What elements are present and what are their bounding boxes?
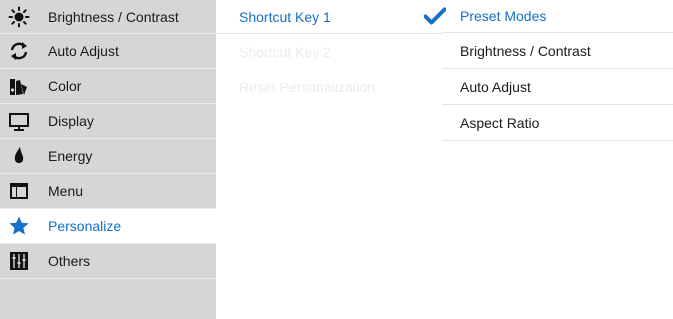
sidebar-item-personalize[interactable]: Personalize: [0, 209, 216, 244]
sidebar-item-auto-adjust[interactable]: Auto Adjust: [0, 34, 216, 69]
sidebar-item-label: Energy: [48, 148, 93, 164]
sidebar-item-brightness-contrast[interactable]: Brightness / Contrast: [0, 0, 216, 34]
brightness-icon: [8, 6, 30, 28]
submenu: Shortcut Key 1 Shortcut Key 2 Reset Pers…: [216, 0, 442, 319]
sidebar-item-energy[interactable]: Energy: [0, 139, 216, 174]
sidebar-item-label: Color: [48, 78, 82, 94]
sidebar: Brightness / Contrast Auto Adjust Color: [0, 0, 216, 319]
auto-adjust-icon: [8, 40, 30, 62]
checkmark-icon: [424, 7, 446, 25]
sidebar-item-label: Display: [48, 113, 94, 129]
option-label: Aspect Ratio: [460, 114, 540, 131]
submenu-item-shortcut-key-1[interactable]: Shortcut Key 1: [216, 0, 442, 34]
sidebar-item-label: Personalize: [48, 218, 122, 234]
color-icon: [8, 75, 30, 97]
star-icon: [8, 215, 30, 237]
menu-icon: [8, 180, 30, 202]
option-label: Brightness / Contrast: [460, 42, 591, 59]
submenu-item-reset-personalization: Reset Personalization: [239, 78, 376, 95]
option-auto-adjust[interactable]: Auto Adjust: [442, 69, 673, 105]
option-label: Preset Modes: [460, 8, 547, 24]
option-brightness-contrast[interactable]: Brightness / Contrast: [442, 33, 673, 69]
sidebar-item-color[interactable]: Color: [0, 69, 216, 104]
others-icon: [8, 250, 30, 272]
sidebar-item-display[interactable]: Display: [0, 104, 216, 139]
sidebar-item-label: Auto Adjust: [48, 43, 119, 59]
option-preset-modes[interactable]: Preset Modes: [424, 0, 673, 33]
sidebar-item-label: Brightness / Contrast: [48, 8, 179, 25]
sidebar-item-menu[interactable]: Menu: [0, 174, 216, 209]
sidebar-item-label: Menu: [48, 183, 84, 199]
options-list: Preset Modes Brightness / Contrast Auto …: [424, 0, 673, 319]
energy-icon: [8, 145, 30, 167]
display-icon: [8, 110, 30, 132]
sidebar-item-others[interactable]: Others: [0, 244, 216, 279]
option-aspect-ratio[interactable]: Aspect Ratio: [442, 105, 673, 141]
option-label: Auto Adjust: [460, 78, 531, 95]
submenu-item-shortcut-key-2: Shortcut Key 2: [239, 43, 331, 60]
sidebar-item-label: Others: [48, 253, 91, 269]
